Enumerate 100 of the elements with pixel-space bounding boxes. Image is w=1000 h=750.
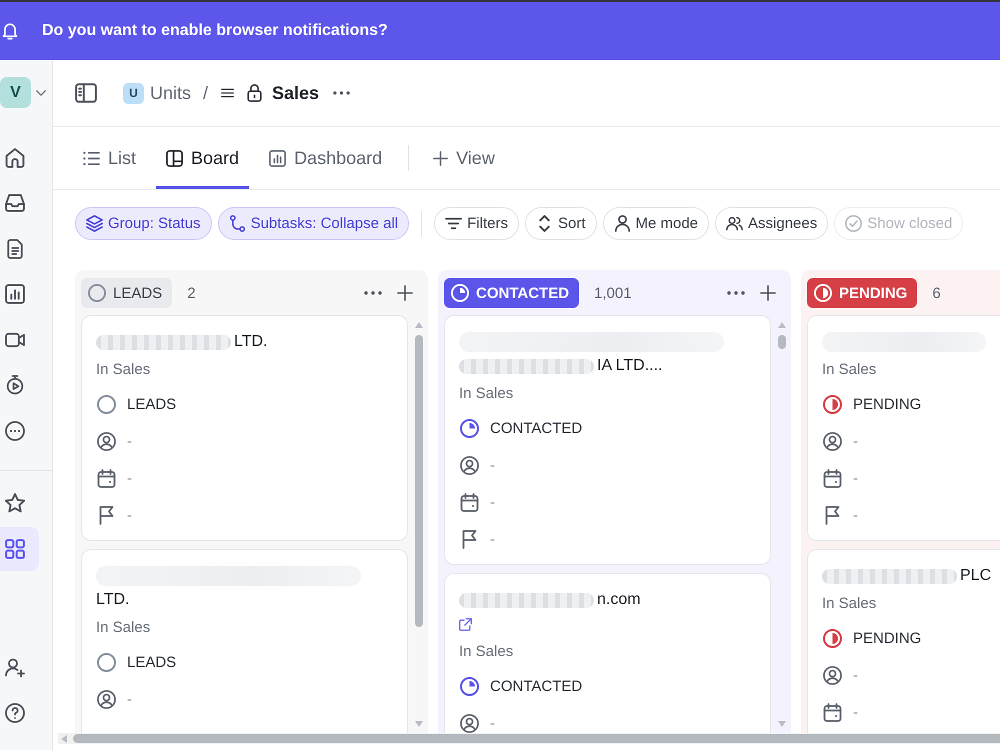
- calendar-icon: [460, 493, 479, 512]
- more-icon: [5, 420, 25, 441]
- due-date-value: -: [127, 470, 132, 487]
- list-title[interactable]: Sales: [272, 82, 320, 104]
- plus-icon[interactable]: [760, 285, 776, 301]
- more-icon[interactable]: [727, 291, 745, 295]
- lock-icon: [247, 84, 262, 102]
- plus-icon: [433, 150, 448, 166]
- task-card[interactable]: n.com In Sales CONTACTED -: [444, 573, 771, 733]
- grid-icon: [5, 538, 25, 559]
- status-header[interactable]: CONTACTED: [444, 278, 580, 308]
- status-icon: [823, 395, 842, 414]
- timer-icon: [5, 375, 25, 396]
- assignee-value: -: [127, 691, 132, 708]
- user-icon: [97, 432, 116, 451]
- group-button[interactable]: Group: Status: [75, 207, 212, 240]
- external-link-icon[interactable]: [459, 618, 472, 630]
- filters-button[interactable]: Filters: [434, 207, 519, 240]
- add-user-icon: [5, 658, 25, 678]
- check-circle-icon: [845, 215, 862, 232]
- user-icon: [97, 690, 116, 709]
- status-icon: [814, 284, 832, 302]
- task-count: 2: [187, 284, 196, 302]
- board-icon: [166, 150, 184, 166]
- flag-icon: [97, 506, 116, 525]
- status-text: CONTACTED: [490, 420, 582, 437]
- status-text: LEADS: [127, 396, 176, 413]
- space-link[interactable]: Units: [150, 82, 192, 104]
- home-icon: [5, 148, 25, 168]
- status-icon: [460, 419, 479, 438]
- inbox-icon: [5, 193, 25, 214]
- card-title: n.com: [597, 591, 641, 609]
- add-view-button[interactable]: View: [423, 127, 505, 189]
- assignee-value: -: [490, 457, 495, 474]
- assignees-button[interactable]: Assignees: [715, 207, 828, 240]
- list-icon: [221, 88, 234, 98]
- location-text: In Sales: [96, 618, 150, 638]
- task-card[interactable]: IA LTD.... In Sales CONTACTED - - -: [444, 315, 771, 565]
- sort-button[interactable]: Sort: [524, 207, 596, 240]
- assignee-value: -: [127, 433, 132, 450]
- card-title: LTD.: [234, 333, 268, 351]
- me-mode-button[interactable]: Me mode: [602, 207, 710, 240]
- workspace-avatar[interactable]: V: [0, 77, 31, 108]
- subtasks-button[interactable]: Subtasks: Collapse all: [218, 207, 410, 240]
- due-date-value: -: [853, 470, 858, 487]
- user-icon: [823, 432, 842, 451]
- calendar-icon: [823, 703, 842, 722]
- priority-value: -: [127, 507, 132, 524]
- location-text: In Sales: [459, 642, 514, 662]
- user-icon: [460, 456, 479, 475]
- location-text: In Sales: [96, 360, 150, 380]
- more-icon[interactable]: [333, 91, 350, 95]
- status-text: PENDING: [853, 396, 922, 413]
- breadcrumb-separator: /: [203, 82, 208, 104]
- flag-icon: [460, 530, 479, 549]
- sidebar-item[interactable]: [0, 527, 39, 570]
- plus-icon[interactable]: [397, 285, 413, 301]
- card-title: PLC: [960, 567, 992, 585]
- layers-icon: [86, 215, 103, 232]
- subtasks-icon: [228, 215, 246, 232]
- task-card[interactable]: LTD. In Sales LEADS - - -: [81, 315, 408, 541]
- due-date-value: -: [490, 494, 495, 511]
- location-text: In Sales: [822, 594, 876, 614]
- status-header[interactable]: LEADS: [81, 278, 172, 308]
- priority-value: -: [490, 531, 495, 548]
- bell-icon: [2, 22, 18, 40]
- caret-icon[interactable]: [36, 90, 46, 96]
- sidebar-toggle-icon[interactable]: [75, 83, 97, 103]
- star-icon: [5, 493, 25, 514]
- people-icon: [726, 215, 744, 232]
- task-card[interactable]: PLC In Sales PENDING - -: [807, 549, 1000, 733]
- due-date-value: -: [853, 704, 858, 721]
- view-tab[interactable]: List: [73, 127, 146, 189]
- priority-value: -: [853, 507, 858, 524]
- status-icon: [451, 284, 469, 302]
- view-tab[interactable]: Board: [156, 127, 250, 189]
- view-tab[interactable]: Dashboard: [259, 127, 392, 189]
- status-icon: [97, 395, 116, 414]
- location-text: In Sales: [822, 360, 876, 380]
- filter-icon: [445, 215, 462, 232]
- flag-icon: [823, 506, 842, 525]
- task-card[interactable]: In Sales PENDING - - -: [807, 315, 1000, 541]
- task-card[interactable]: LTD. In Sales LEADS -: [81, 549, 408, 733]
- status-icon: [823, 629, 842, 648]
- status-header[interactable]: PENDING: [807, 278, 918, 308]
- location-text: In Sales: [459, 384, 514, 404]
- space-avatar: U: [123, 82, 144, 104]
- task-count: 1,001: [594, 284, 632, 302]
- status-text: LEADS: [127, 654, 176, 671]
- assignee-value: -: [853, 667, 858, 684]
- more-icon[interactable]: [364, 291, 382, 295]
- status-icon: [460, 677, 479, 696]
- user-icon: [823, 666, 842, 685]
- list-icon: [83, 150, 100, 166]
- status-icon: [97, 653, 116, 672]
- status-text: PENDING: [853, 630, 922, 647]
- document-icon: [5, 238, 25, 259]
- horizontal-scrollbar[interactable]: [58, 733, 1000, 744]
- banner-text: Do you want to enable browser notifications?: [42, 22, 388, 40]
- card-title: IA LTD....: [597, 357, 662, 375]
